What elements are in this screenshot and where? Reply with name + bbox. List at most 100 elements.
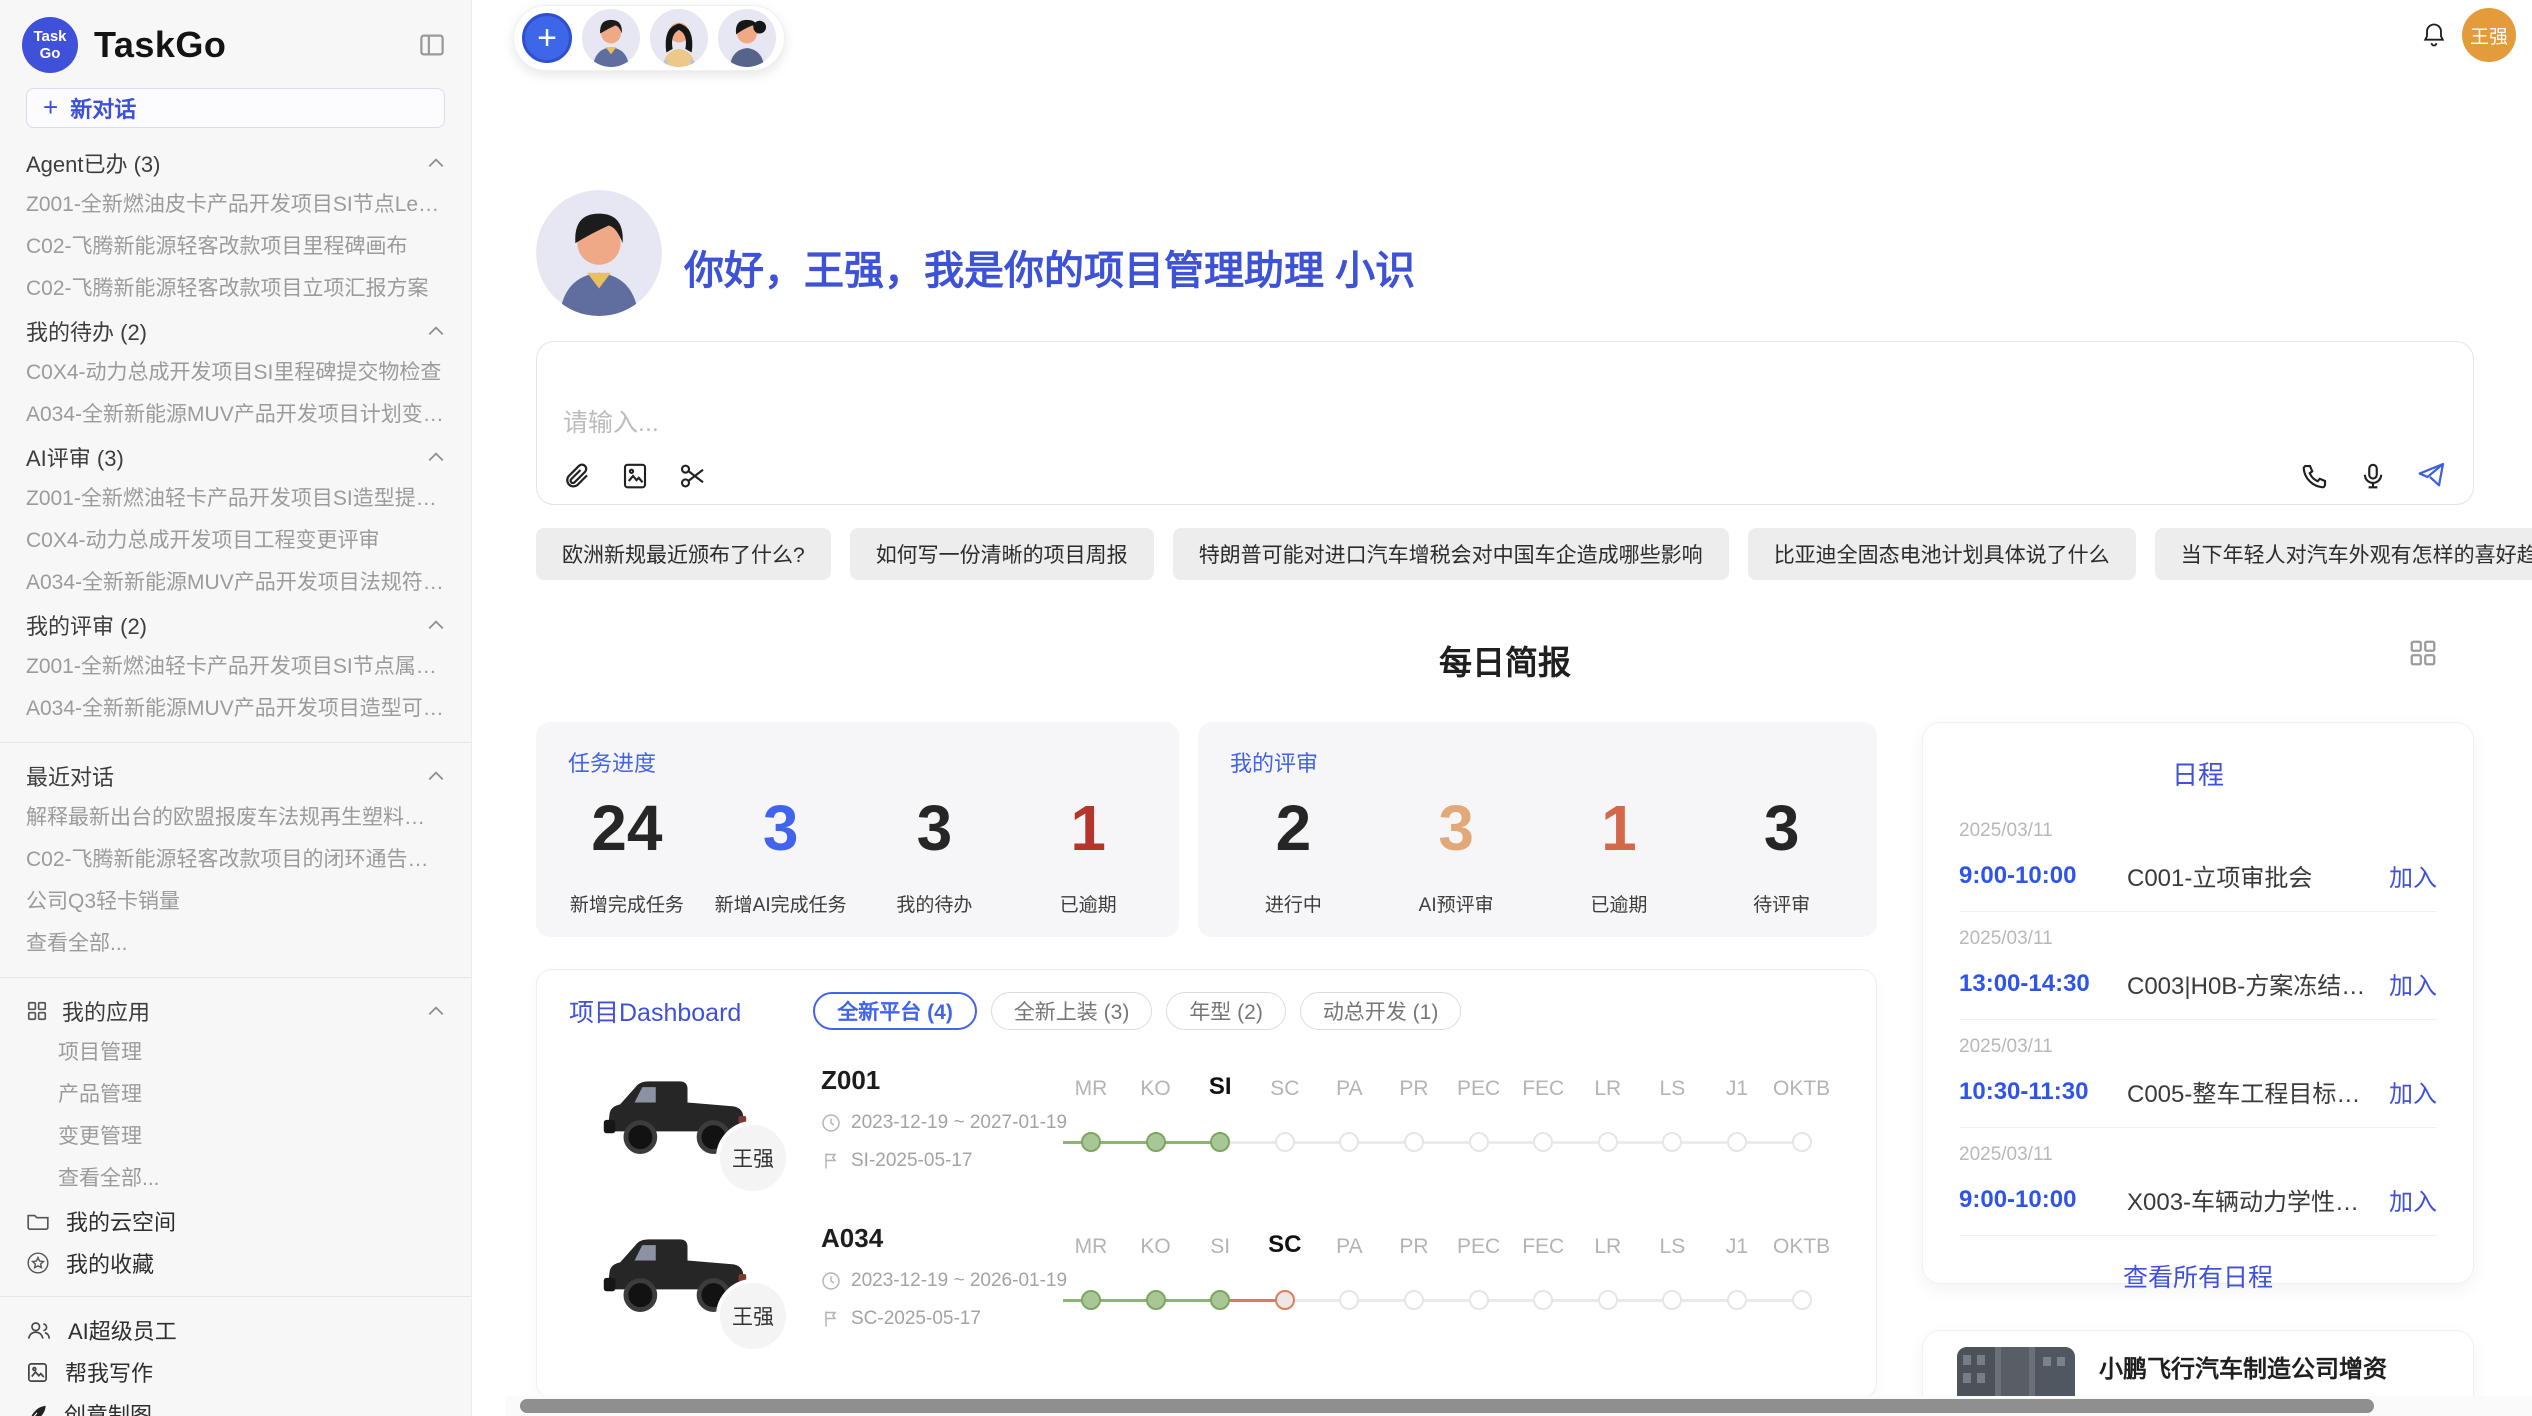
attachment-icon[interactable] <box>561 460 593 492</box>
suggestion-chip[interactable]: 如何写一份清晰的项目周报 <box>850 528 1154 580</box>
join-link[interactable]: 加入 <box>2389 858 2437 893</box>
milestone-dot <box>1469 1132 1489 1152</box>
suggestion-chip[interactable]: 比亚迪全固态电池计划具体说了什么 <box>1748 528 2136 580</box>
news-title: 小鹏飞行汽车制造公司增资 <box>2099 1349 2387 1384</box>
dashboard-filter[interactable]: 全新平台 (4) <box>813 992 977 1030</box>
assistant-avatar-2[interactable] <box>650 9 708 67</box>
chat-input[interactable] <box>561 400 1965 446</box>
suggestion-chip[interactable]: 特朗普可能对进口汽车增税会对中国车企造成哪些影响 <box>1173 528 1729 580</box>
dashboard-filter[interactable]: 动总开发 (1) <box>1300 992 1462 1030</box>
assistant-avatar-3[interactable] <box>718 9 776 67</box>
sidebar-sections: Agent已办 (3)Z001-全新燃油皮卡产品开发项目SI节点Lesson L… <box>0 142 471 1416</box>
sidebar-tool[interactable]: 帮我写作 <box>0 1351 471 1393</box>
sidebar-item[interactable]: Z001-全新燃油皮卡产品开发项目SI节点Lesson Learn报告 <box>0 184 471 226</box>
notification-bell-icon[interactable] <box>2420 20 2448 50</box>
logo-line1: Task <box>33 28 66 45</box>
dashboard-filter[interactable]: 全新上装 (3) <box>991 992 1153 1030</box>
milestone-dot <box>1662 1290 1682 1310</box>
milestone-label: OKTB <box>1757 1235 1847 1259</box>
briefing-title: 每日简报 <box>536 636 2474 684</box>
scissors-icon[interactable] <box>677 460 709 492</box>
phone-call-icon[interactable] <box>2299 460 2331 492</box>
schedule-time: 9:00-10:00 <box>1959 1186 2127 1214</box>
project-code: A034 <box>821 1223 1067 1254</box>
scrollbar-thumb[interactable] <box>520 1399 2374 1413</box>
app-root: Task Go TaskGo + 新对话 Agent已办 (3)Z001-全新燃… <box>0 0 2532 1416</box>
suggestion-chip[interactable]: 当下年轻人对汽车外观有怎样的喜好趋势 <box>2155 528 2532 580</box>
sidebar-app-item[interactable]: 查看全部... <box>0 1158 471 1200</box>
image-upload-icon[interactable] <box>619 460 651 492</box>
sidebar-item[interactable]: C0X4-动力总成开发项目SI里程碑提交物检查 <box>0 352 471 394</box>
dashboard-filter[interactable]: 年型 (2) <box>1166 992 1286 1030</box>
sidebar-app-item[interactable]: 变更管理 <box>0 1116 471 1158</box>
milestone-dot <box>1081 1132 1101 1152</box>
sidebar-item[interactable]: C02-飞腾新能源轻客改款项目里程碑画布 <box>0 226 471 268</box>
stat: 3我的待办 <box>858 796 1012 917</box>
section-label: 我的评审 (2) <box>26 609 419 641</box>
milestone-dot <box>1339 1290 1359 1310</box>
sidebar-section-recent[interactable]: 最近对话 <box>0 755 471 797</box>
sidebar-toggle-icon[interactable] <box>415 30 449 60</box>
user-avatar[interactable]: 王强 <box>2462 8 2516 62</box>
milestone-label: OKTB <box>1757 1077 1847 1101</box>
suggestion-chip[interactable]: 欧洲新规最近颁布了什么? <box>536 528 831 580</box>
milestone-dot <box>1727 1132 1747 1152</box>
horizontal-scrollbar[interactable] <box>505 1396 2532 1416</box>
schedule-entry: 2025/03/1113:00-14:30C003|H0B-方案冻结评审加入 <box>1959 912 2437 1020</box>
schedule-time: 13:00-14:30 <box>1959 970 2127 998</box>
sidebar-section-header-3[interactable]: 我的评审 (2) <box>0 604 471 646</box>
add-assistant-button[interactable]: + <box>522 13 572 63</box>
join-link[interactable]: 加入 <box>2389 1182 2437 1217</box>
sidebar-section-header-1[interactable]: 我的待办 (2) <box>0 310 471 352</box>
quill-icon <box>26 1403 48 1416</box>
join-link[interactable]: 加入 <box>2389 966 2437 1001</box>
schedule-time: 9:00-10:00 <box>1959 862 2127 890</box>
section-label: 我的应用 <box>62 995 419 1027</box>
stat-label: 已逾期 <box>1538 890 1701 917</box>
join-link[interactable]: 加入 <box>2389 1074 2437 1109</box>
sidebar-recent-item[interactable]: 解释最新出台的欧盟报废车法规再生塑料比例被调至15%... <box>0 797 471 839</box>
sidebar-link[interactable]: 我的收藏 <box>0 1242 471 1284</box>
sidebar-section-header-2[interactable]: AI评审 (3) <box>0 436 471 478</box>
grid-icon <box>26 1000 48 1022</box>
sidebar-recent-item[interactable]: C02-飞腾新能源轻客改款项目的闭环通告反馈情况 <box>0 839 471 881</box>
milestone-dot <box>1339 1132 1359 1152</box>
sidebar-recent-item[interactable]: 公司Q3轻卡销量 <box>0 881 471 923</box>
sidebar-tool[interactable]: 创意制图 <box>0 1393 471 1416</box>
milestone-dot <box>1146 1290 1166 1310</box>
microphone-icon[interactable] <box>2357 460 2389 492</box>
stat-label: 待评审 <box>1700 890 1863 917</box>
divider <box>0 977 471 978</box>
assistant-avatar-1[interactable] <box>582 9 640 67</box>
sidebar-section-my-apps[interactable]: 我的应用 <box>0 990 471 1032</box>
sidebar-app-item[interactable]: 产品管理 <box>0 1074 471 1116</box>
project-flag: SC-2025-05-17 <box>821 1308 1067 1330</box>
sidebar-item[interactable]: Z001-全新燃油轻卡产品开发项目SI节点属性5D文件评审 <box>0 646 471 688</box>
stat-value: 1 <box>1011 796 1165 860</box>
layout-grid-icon[interactable] <box>2408 638 2438 668</box>
sidebar-app-item[interactable]: 项目管理 <box>0 1032 471 1074</box>
assistant-greeting-avatar <box>536 190 662 316</box>
milestone-dot <box>1275 1290 1295 1310</box>
stat: 2进行中 <box>1212 796 1375 917</box>
sidebar-link-label: 我的云空间 <box>66 1205 176 1237</box>
send-icon[interactable] <box>2415 460 2447 492</box>
sidebar-tool-label: 帮我写作 <box>65 1356 153 1388</box>
sidebar-link[interactable]: 我的云空间 <box>0 1200 471 1242</box>
sidebar-item[interactable]: A034-全新新能源MUV产品开发项目法规符合性评审 <box>0 562 471 604</box>
view-all-schedule-link[interactable]: 查看所有日程 <box>1923 1258 2473 1294</box>
new-chat-button[interactable]: + 新对话 <box>26 88 445 128</box>
sidebar-section-header-0[interactable]: Agent已办 (3) <box>0 142 471 184</box>
chevron-up-icon <box>427 325 445 337</box>
project-info: Z0012023-12-19 ~ 2027-01-19SI-2025-05-17 <box>821 1065 1067 1172</box>
sidebar-item[interactable]: C0X4-动力总成开发项目工程变更评审 <box>0 520 471 562</box>
stat-value: 3 <box>858 796 1012 860</box>
schedule-entry: 2025/03/1110:30-11:30C005-整车工程目标评审加入 <box>1959 1020 2437 1128</box>
sidebar-item[interactable]: A034-全新新能源MUV产品开发项目造型可行性评审 <box>0 688 471 730</box>
sidebar-item[interactable]: C02-飞腾新能源轻客改款项目立项汇报方案 <box>0 268 471 310</box>
sidebar-item[interactable]: Z001-全新燃油轻卡产品开发项目SI造型提交物评审 <box>0 478 471 520</box>
sidebar-tool[interactable]: AI超级员工 <box>0 1309 471 1351</box>
sidebar-item[interactable]: A034-全新新能源MUV产品开发项目计划变更表编写 <box>0 394 471 436</box>
milestone-dot <box>1081 1290 1101 1310</box>
sidebar-recent-item[interactable]: 查看全部... <box>0 923 471 965</box>
